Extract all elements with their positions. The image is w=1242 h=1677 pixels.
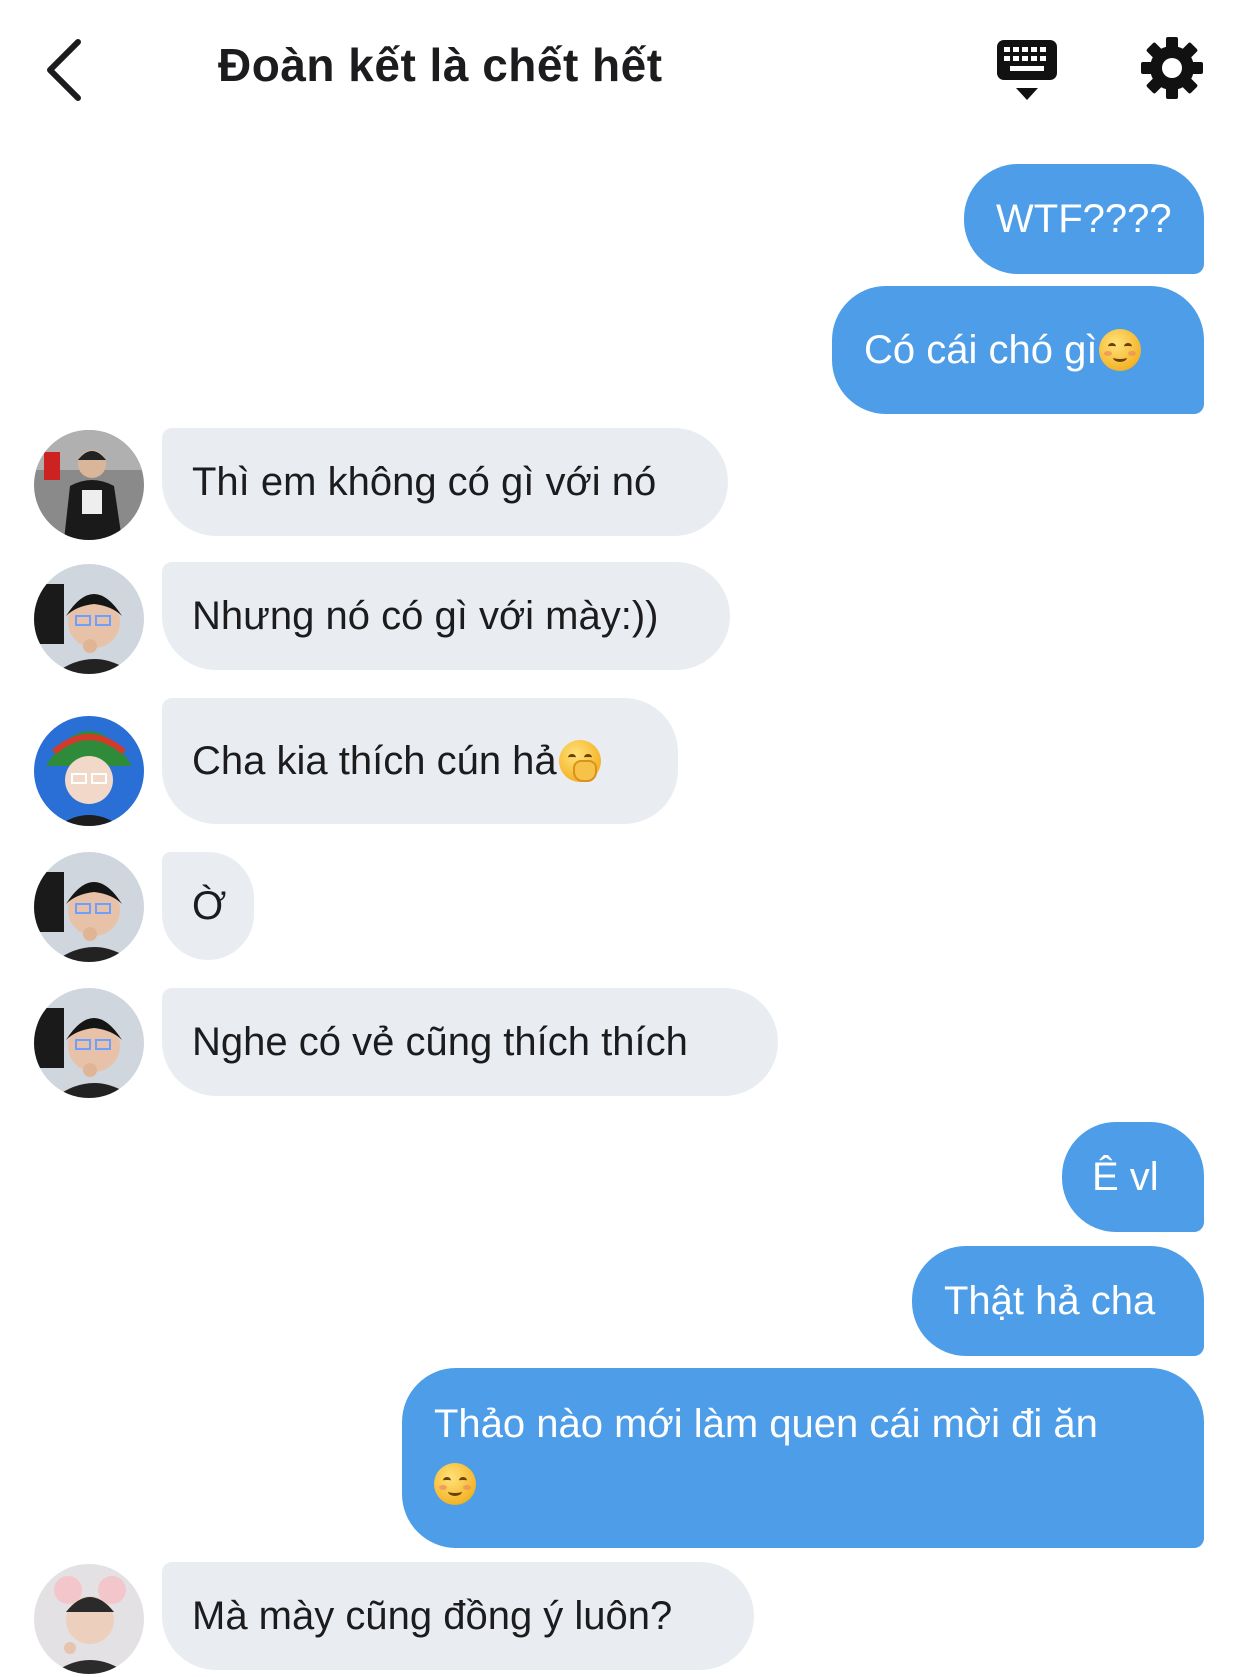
message-text: Thì em không có gì với nó — [192, 460, 657, 504]
settings-button[interactable] — [1140, 36, 1204, 100]
message-text: Nhưng nó có gì với mày:)) — [192, 594, 659, 638]
message-bubble-incoming[interactable]: Ờ — [162, 852, 254, 960]
message-bubble-outgoing[interactable]: Ê vl — [1062, 1122, 1204, 1232]
message-text: Ờ — [192, 884, 227, 928]
avatar[interactable] — [34, 988, 144, 1098]
avatar[interactable] — [34, 564, 144, 674]
message-bubble-incoming[interactable]: Cha kia thích cún hả — [162, 698, 678, 824]
chat-title: Đoàn kết là chết hết — [218, 39, 663, 91]
message-bubble-incoming[interactable]: Nghe có vẻ cũng thích thích — [162, 988, 778, 1096]
message-text: Thảo nào mới làm quen cái mời đi ăn — [434, 1402, 1098, 1446]
message-bubble-outgoing[interactable]: Thảo nào mới làm quen cái mời đi ăn — [402, 1368, 1204, 1548]
message-text: Mà mày cũng đồng ý luôn? — [192, 1594, 673, 1638]
message-bubble-incoming[interactable]: Nhưng nó có gì với mày:)) — [162, 562, 730, 670]
avatar[interactable] — [34, 430, 144, 540]
keyboard-icon — [997, 40, 1057, 100]
chevron-left-icon — [47, 39, 81, 101]
smiling-face-icon — [434, 1463, 476, 1506]
avatar[interactable] — [34, 852, 144, 962]
avatar[interactable] — [34, 1564, 144, 1674]
back-button[interactable] — [40, 34, 100, 106]
message-bubble-outgoing[interactable]: Có cái chó gì — [832, 286, 1204, 414]
gear-icon — [1141, 37, 1203, 99]
message-bubble-incoming[interactable]: Mà mày cũng đồng ý luôn? — [162, 1562, 754, 1670]
keyboard-button[interactable] — [996, 38, 1058, 104]
message-text: Có cái chó gì — [864, 328, 1098, 372]
message-text: Cha kia thích cún hả — [192, 739, 557, 783]
avatar[interactable] — [34, 716, 144, 826]
message-bubble-outgoing[interactable]: WTF???? — [964, 164, 1204, 274]
message-text: Thật hả cha — [944, 1279, 1156, 1323]
message-text: Nghe có vẻ cũng thích thích — [192, 1020, 688, 1064]
message-bubble-incoming[interactable]: Thì em không có gì với nó — [162, 428, 728, 536]
smiling-face-icon — [1099, 329, 1142, 371]
message-bubble-outgoing[interactable]: Thật hả cha — [912, 1246, 1204, 1356]
message-text: Ê vl — [1092, 1155, 1159, 1199]
face-with-hand-over-mouth-icon — [558, 740, 601, 782]
chat-header: Đoàn kết là chết hết — [0, 0, 1242, 140]
message-text: WTF???? — [996, 197, 1172, 241]
